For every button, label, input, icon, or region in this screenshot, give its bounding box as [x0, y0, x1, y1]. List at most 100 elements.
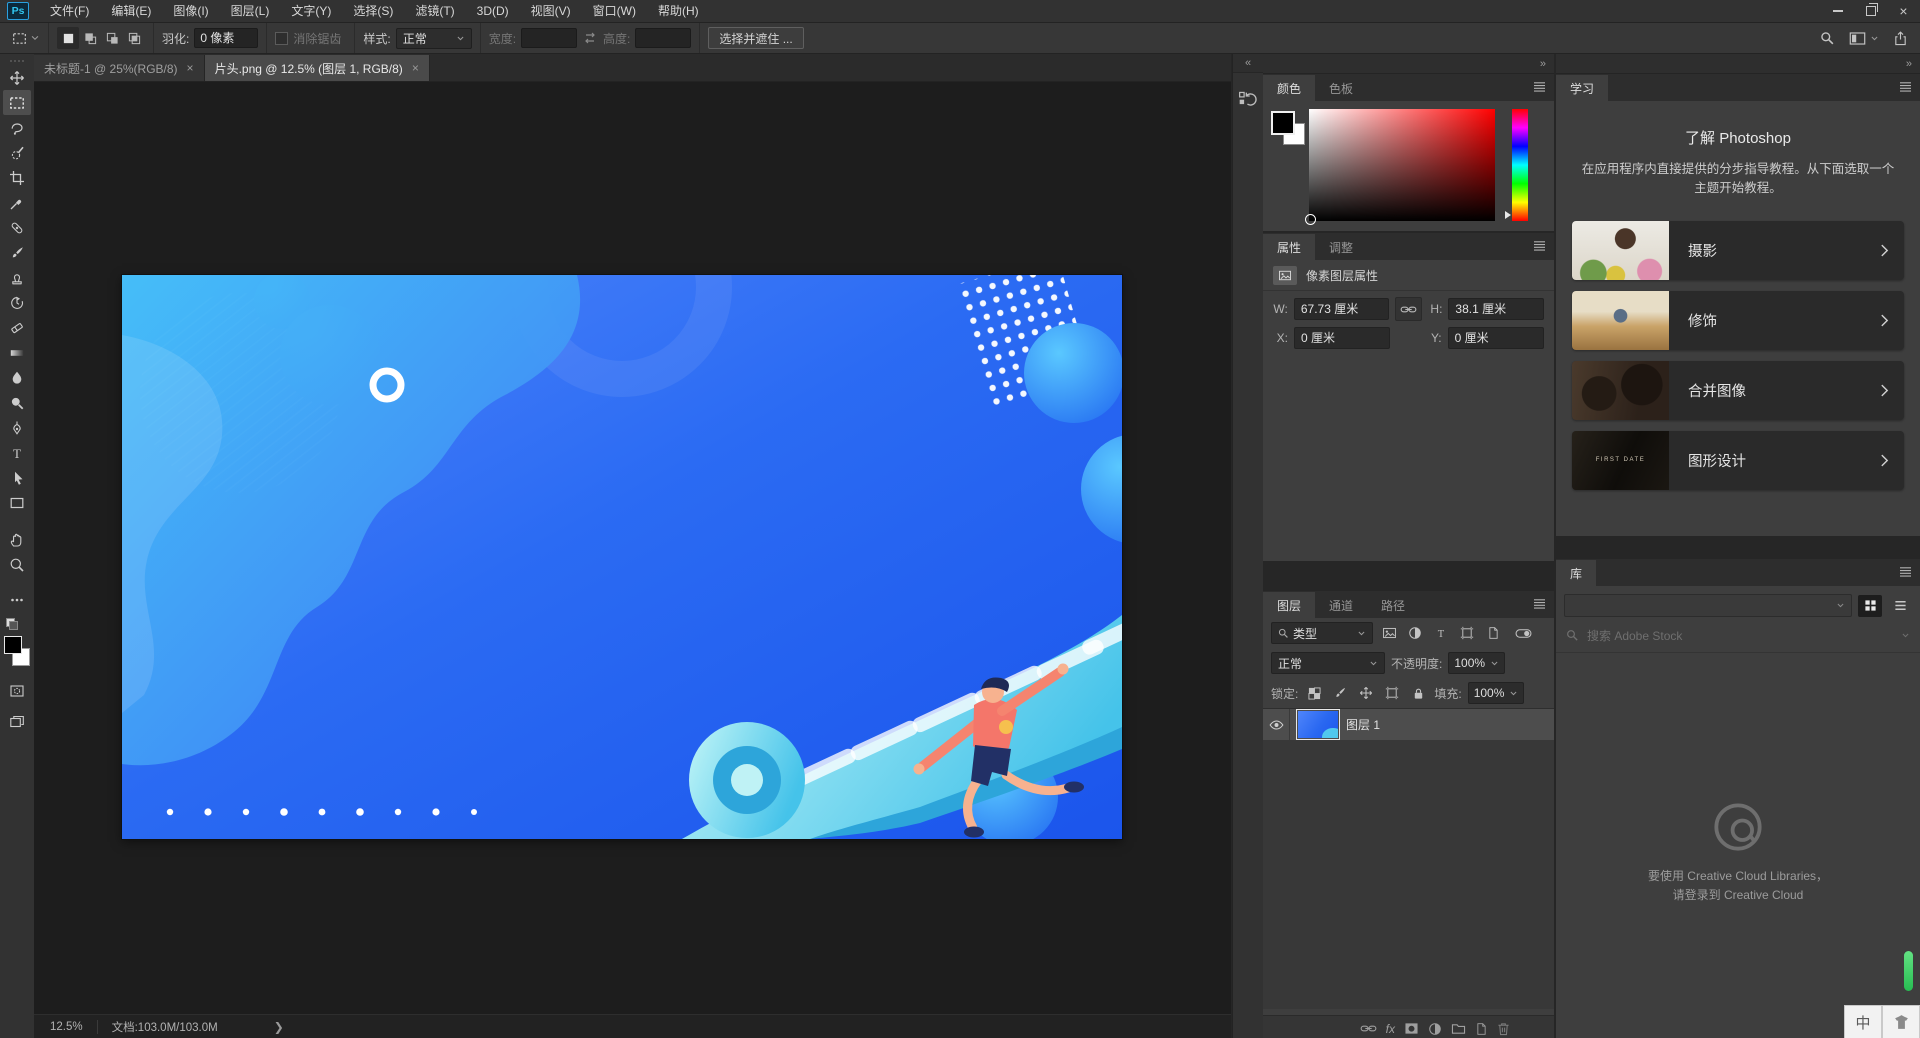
- filter-smart-objects-icon[interactable]: [1483, 623, 1503, 643]
- antialias-checkbox[interactable]: [275, 32, 288, 45]
- move-tool[interactable]: [3, 65, 31, 90]
- menu-edit[interactable]: 编辑(E): [100, 0, 162, 22]
- layer-visibility-toggle[interactable]: [1263, 709, 1290, 740]
- tab-adjustments[interactable]: 调整: [1315, 234, 1367, 260]
- panel-menu-icon[interactable]: [1899, 81, 1912, 92]
- ime-mode-button[interactable]: 中: [1844, 1005, 1882, 1038]
- share-icon[interactable]: [1893, 31, 1908, 46]
- width-field[interactable]: 67.73 厘米: [1294, 298, 1390, 320]
- restore-button[interactable]: [1854, 0, 1887, 22]
- link-layers-icon[interactable]: [1360, 1023, 1377, 1034]
- search-icon[interactable]: [1820, 31, 1835, 46]
- tutorial-card-retouching[interactable]: 修饰: [1572, 291, 1904, 350]
- intersect-selection-button[interactable]: [123, 27, 145, 49]
- select-and-mask-button[interactable]: 选择并遮住 ...: [708, 27, 803, 49]
- collapse-column-button[interactable]: »: [1556, 54, 1920, 74]
- list-view-button[interactable]: [1888, 595, 1912, 617]
- expand-panels-button[interactable]: «: [1233, 54, 1263, 73]
- panel-menu-icon[interactable]: [1533, 598, 1546, 609]
- minimize-button[interactable]: [1821, 0, 1854, 22]
- new-selection-button[interactable]: [57, 27, 79, 49]
- gradient-tool[interactable]: [3, 340, 31, 365]
- delete-layer-icon[interactable]: [1497, 1022, 1510, 1036]
- lock-transparent-pixels-icon[interactable]: [1304, 683, 1324, 703]
- filter-adjustment-layers-icon[interactable]: [1405, 623, 1425, 643]
- menu-window[interactable]: 窗口(W): [582, 0, 647, 22]
- type-tool[interactable]: [3, 440, 31, 465]
- layer-styles-icon[interactable]: fx: [1386, 1022, 1395, 1036]
- filter-type-layers-icon[interactable]: [1431, 623, 1451, 643]
- tab-properties[interactable]: 属性: [1263, 234, 1315, 260]
- tab-swatches[interactable]: 色板: [1315, 75, 1367, 101]
- lock-artboard-icon[interactable]: [1382, 683, 1402, 703]
- crop-tool[interactable]: [3, 165, 31, 190]
- path-selection-tool[interactable]: [3, 465, 31, 490]
- panel-menu-icon[interactable]: [1533, 240, 1546, 251]
- blend-mode-select[interactable]: 正常: [1271, 652, 1385, 674]
- new-layer-icon[interactable]: [1475, 1022, 1488, 1036]
- panel-menu-icon[interactable]: [1899, 566, 1912, 577]
- blur-tool[interactable]: [3, 365, 31, 390]
- menu-image[interactable]: 图像(I): [162, 0, 219, 22]
- lock-position-icon[interactable]: [1356, 683, 1376, 703]
- history-panel-icon[interactable]: [1233, 83, 1263, 113]
- layer-thumbnail[interactable]: [1298, 711, 1338, 738]
- close-tab-icon[interactable]: ×: [187, 61, 194, 75]
- layer-row-selected[interactable]: 图层 1: [1263, 709, 1554, 740]
- menu-type[interactable]: 文字(Y): [280, 0, 342, 22]
- edit-toolbar-button[interactable]: [3, 587, 31, 612]
- foreground-color-swatch[interactable]: [4, 636, 22, 654]
- lasso-tool[interactable]: [3, 115, 31, 140]
- rectangle-tool[interactable]: [3, 490, 31, 515]
- dodge-tool[interactable]: [3, 390, 31, 415]
- document-tab-pian-tou[interactable]: 片头.png @ 12.5% (图层 1, RGB/8) ×: [205, 55, 430, 81]
- document-tab-untitled[interactable]: 未标题-1 @ 25%(RGB/8) ×: [34, 55, 205, 81]
- tutorial-card-photography[interactable]: 摄影: [1572, 221, 1904, 280]
- add-layer-mask-icon[interactable]: [1404, 1022, 1419, 1035]
- toolbar-grip[interactable]: [0, 54, 34, 65]
- height-field[interactable]: 38.1 厘米: [1448, 298, 1544, 320]
- opacity-field[interactable]: 100%: [1448, 652, 1505, 674]
- tab-paths[interactable]: 路径: [1367, 592, 1419, 618]
- add-to-selection-button[interactable]: [79, 27, 101, 49]
- menu-3d[interactable]: 3D(D): [466, 0, 520, 22]
- lock-image-pixels-icon[interactable]: [1330, 683, 1350, 703]
- foreground-color-swatch[interactable]: [1271, 111, 1295, 135]
- quick-mask-button[interactable]: [3, 678, 31, 703]
- grid-view-button[interactable]: [1858, 595, 1882, 617]
- feather-input[interactable]: 0 像素: [194, 28, 258, 48]
- saturation-brightness-field[interactable]: [1309, 109, 1495, 221]
- style-select[interactable]: 正常: [396, 28, 472, 49]
- new-adjustment-layer-icon[interactable]: [1428, 1022, 1442, 1036]
- close-tab-icon[interactable]: ×: [412, 61, 419, 75]
- ime-skin-button[interactable]: [1882, 1005, 1920, 1038]
- default-colors-icon[interactable]: [6, 618, 28, 630]
- tool-preset-button[interactable]: [8, 27, 30, 49]
- brush-tool[interactable]: [3, 240, 31, 265]
- width-input[interactable]: [521, 28, 577, 48]
- status-chevron-icon[interactable]: ❯: [274, 1020, 284, 1034]
- layer-filter-kind-select[interactable]: 类型: [1271, 622, 1373, 644]
- hue-slider-marker[interactable]: [1505, 211, 1511, 219]
- color-picker-ring[interactable]: [1305, 214, 1316, 225]
- hue-slider[interactable]: [1512, 109, 1528, 221]
- filter-pixel-layers-icon[interactable]: [1379, 623, 1399, 643]
- panel-menu-icon[interactable]: [1533, 81, 1546, 92]
- menu-layer[interactable]: 图层(L): [220, 0, 281, 22]
- menu-select[interactable]: 选择(S): [342, 0, 404, 22]
- tutorial-card-combine-images[interactable]: 合并图像: [1572, 361, 1904, 420]
- lock-all-icon[interactable]: [1408, 683, 1428, 703]
- spot-healing-brush-tool[interactable]: [3, 215, 31, 240]
- zoom-level-field[interactable]: 12.5%: [34, 1021, 97, 1033]
- eyedropper-tool[interactable]: [3, 190, 31, 215]
- tab-color[interactable]: 颜色: [1263, 75, 1315, 101]
- clone-stamp-tool[interactable]: [3, 265, 31, 290]
- height-input[interactable]: [635, 28, 691, 48]
- color-swatch-pair[interactable]: [1271, 111, 1305, 145]
- menu-help[interactable]: 帮助(H): [647, 0, 710, 22]
- collapse-column-button[interactable]: »: [1263, 54, 1554, 74]
- subtract-from-selection-button[interactable]: [101, 27, 123, 49]
- link-dimensions-icon[interactable]: [1395, 297, 1421, 321]
- layer-filter-toggle[interactable]: [1513, 623, 1533, 643]
- foreground-background-swatch[interactable]: [4, 636, 30, 666]
